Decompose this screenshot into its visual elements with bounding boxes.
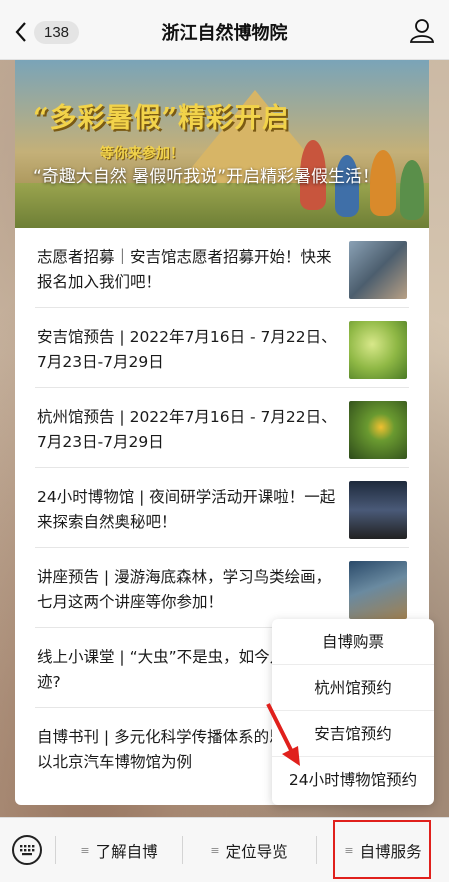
article-thumbnail — [349, 561, 407, 619]
article-thumbnail — [349, 481, 407, 539]
featured-banner[interactable]: “多彩暑假”精彩开启 等你来参加！ “奇趣大自然 暑假听我说”开启精彩暑假生活！ — [15, 60, 429, 228]
article-thumbnail — [349, 401, 407, 459]
tab-label: 了解自博 — [95, 842, 158, 861]
annotation-highlight-box — [333, 820, 431, 879]
banner-caption: “奇趣大自然 暑假听我说”开启精彩暑假生活！ — [33, 167, 380, 187]
keyboard-icon — [20, 845, 35, 856]
tab-navigation[interactable]: ≡ 定位导览 — [183, 818, 315, 882]
tab-about[interactable]: ≡ 了解自博 — [56, 818, 182, 882]
article-title: 志愿者招募｜安吉馆志愿者招募开始！快来报名加入我们吧！ — [37, 248, 332, 291]
list-item[interactable]: 讲座预告 | 漫游海底森林，学习鸟类绘画，七月这两个讲座等你参加！ — [35, 548, 409, 628]
banner-headline: “多彩暑假”精彩开启 — [33, 103, 291, 134]
tab-label: 定位导览 — [225, 842, 288, 861]
list-item[interactable]: 24小时博物馆 | 夜间研学活动开课啦！一起来探索自然奥秘吧！ — [35, 468, 409, 548]
article-thumbnail — [349, 241, 407, 299]
menu-lines-icon: ≡ — [210, 844, 220, 857]
article-title: 24小时博物馆 | 夜间研学活动开课啦！一起来探索自然奥秘吧！ — [37, 488, 336, 531]
top-nav-bar: 138 浙江自然博物院 — [0, 0, 449, 60]
bottom-tab-bar: ≡ 了解自博 ≡ 定位导览 ≡ 自博服务 — [0, 817, 449, 882]
keyboard-toggle-button[interactable] — [12, 835, 42, 865]
menu-item-ticket[interactable]: 自博购票 — [272, 619, 434, 665]
article-title: 杭州馆预告 | 2022年7月16日 - 7月22日、7月23日-7月29日 — [37, 408, 337, 451]
page-title: 浙江自然博物院 — [161, 23, 288, 44]
list-item[interactable]: 杭州馆预告 | 2022年7月16日 - 7月22日、7月23日-7月29日 — [35, 388, 409, 468]
profile-icon[interactable] — [409, 17, 435, 43]
annotation-arrow-icon — [266, 703, 300, 766]
article-thumbnail — [349, 321, 407, 379]
banner-subheadline: 等你来参加！ — [100, 146, 184, 162]
list-item[interactable]: 志愿者招募｜安吉馆志愿者招募开始！快来报名加入我们吧！ — [35, 228, 409, 308]
menu-lines-icon: ≡ — [80, 844, 90, 857]
article-title: 安吉馆预告 | 2022年7月16日 - 7月22日、7月23日-7月29日 — [37, 328, 337, 371]
article-title: 讲座预告 | 漫游海底森林，学习鸟类绘画，七月这两个讲座等你参加！ — [37, 568, 332, 611]
list-item[interactable]: 安吉馆预告 | 2022年7月16日 - 7月22日、7月23日-7月29日 — [35, 308, 409, 388]
